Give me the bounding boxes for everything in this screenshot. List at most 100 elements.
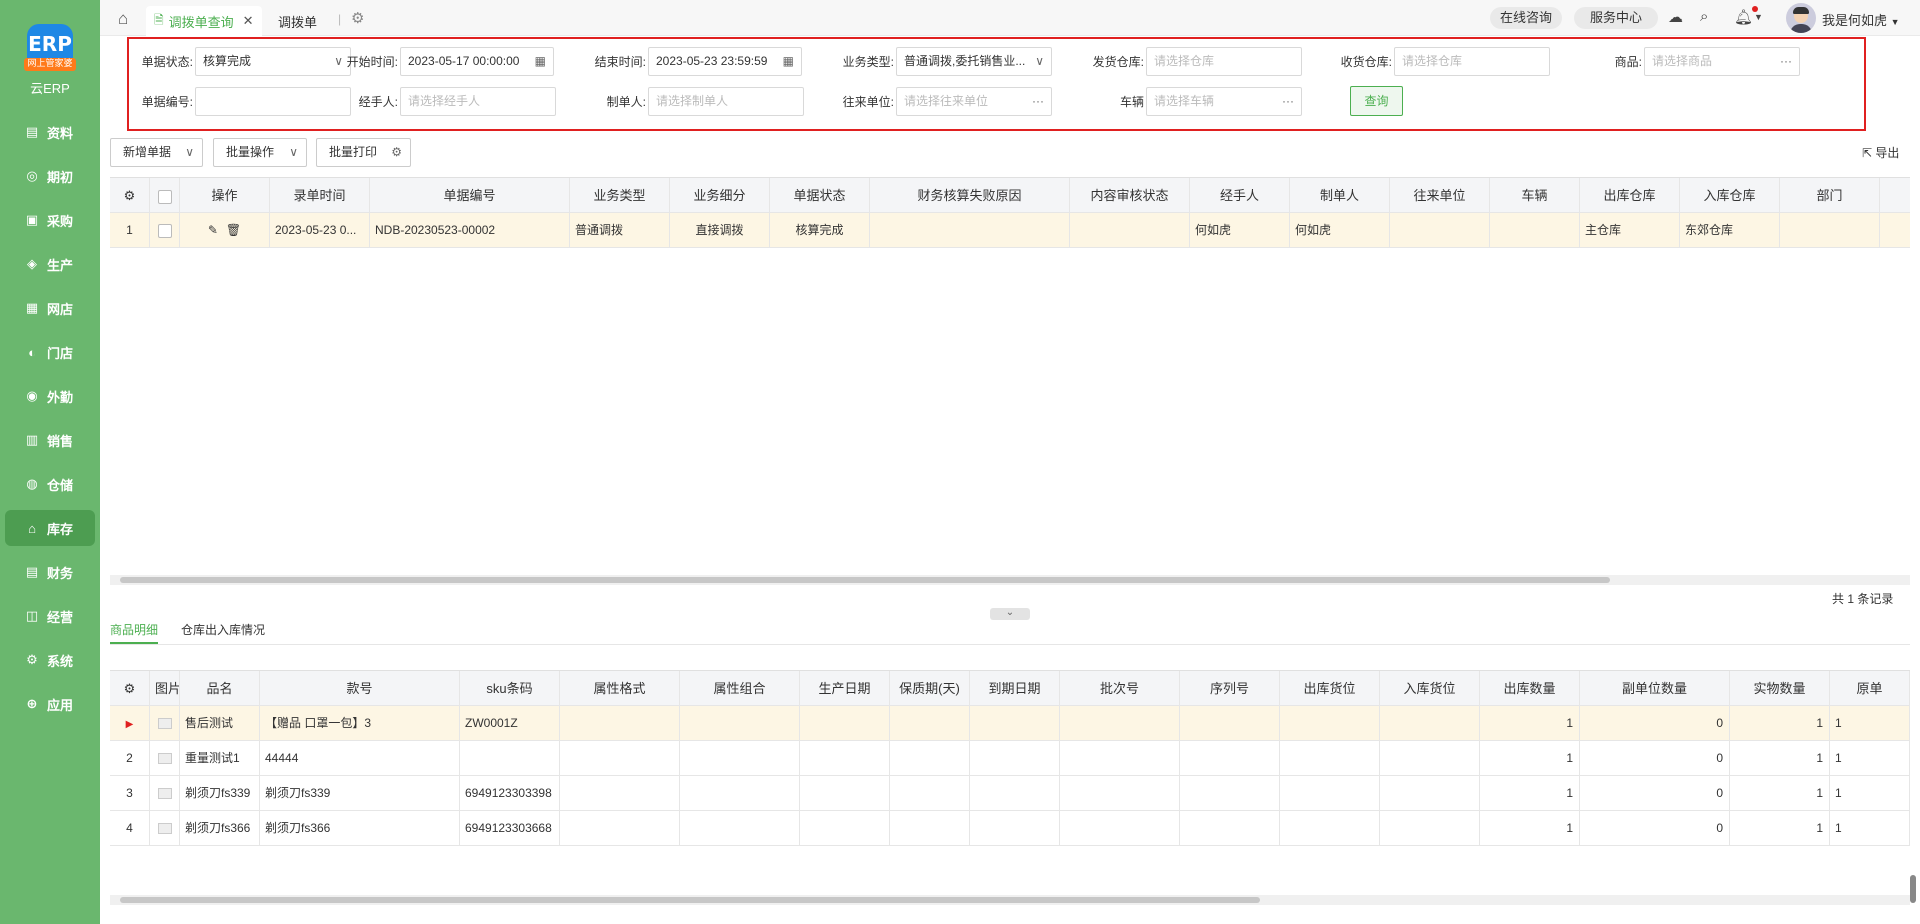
col-header[interactable]: 车辆 (1490, 178, 1580, 213)
cell-doc-no[interactable]: NDB-20230523-00002 (370, 213, 570, 248)
col-header[interactable]: 入库货位 (1380, 671, 1480, 706)
batch-print-button[interactable]: 批量打印 ⚙ (316, 138, 411, 167)
end-time-input[interactable]: 2023-05-23 23:59:59 ▦ (648, 47, 802, 76)
horizontal-scrollbar[interactable] (110, 895, 1910, 905)
col-header[interactable]: 单据编号 (370, 178, 570, 213)
col-header[interactable]: 副单位数量 (1580, 671, 1730, 706)
table-row[interactable]: 1 ✎ 🗑︎ 2023-05-23 0... NDB-20230523-00002… (110, 213, 1910, 248)
scrollbar-thumb[interactable] (120, 577, 1610, 583)
cloud-download-icon[interactable]: ☁ (1668, 8, 1683, 26)
service-center-button[interactable]: 服务中心 (1574, 7, 1658, 29)
user-menu[interactable]: 我是何如虎 ▼ (1822, 10, 1900, 29)
col-header[interactable]: 业务细分 (670, 178, 770, 213)
table-row[interactable]: 4 剃须刀fs366 剃须刀fs366 6949123303668 1 0 1 … (110, 811, 1910, 846)
nav-item-field[interactable]: ◉ 外勤 (5, 378, 95, 414)
nav-item-warehouse[interactable]: ◍ 仓储 (5, 466, 95, 502)
chevron-down-icon[interactable]: ▼ (1754, 12, 1763, 22)
scrollbar-thumb[interactable] (120, 897, 1260, 903)
collapse-toggle[interactable]: ⌄ (990, 608, 1030, 620)
nav-item-apps[interactable]: ⊕ 应用 (5, 686, 95, 722)
col-header[interactable]: 属性组合 (680, 671, 800, 706)
col-header[interactable]: 制单人 (1290, 178, 1390, 213)
close-icon[interactable]: ✕ (243, 13, 254, 29)
gear-icon[interactable]: ⚙ (391, 139, 402, 166)
biz-type-select[interactable]: 普通调拨,委托销售业... ∨ (896, 47, 1052, 76)
ship-warehouse-input[interactable]: 请选择仓库 (1146, 47, 1302, 76)
status-select[interactable]: 核算完成 ∨ (195, 47, 351, 76)
col-header[interactable]: 保质期(天) (890, 671, 970, 706)
col-header[interactable]: 部门 (1780, 178, 1880, 213)
handler-input[interactable]: 请选择经手人 (400, 87, 556, 116)
nav-item-finance[interactable]: ▤ 财务 (5, 554, 95, 590)
nav-item-sales[interactable]: ▥ 销售 (5, 422, 95, 458)
bell-icon[interactable]: 🔔︎ (1734, 8, 1753, 26)
batch-op-button[interactable]: 批量操作 ∨ (213, 138, 307, 167)
recv-warehouse-input[interactable]: 请选择仓库 (1394, 47, 1550, 76)
home-icon[interactable]: ⌂ (118, 9, 128, 29)
more-icon[interactable]: ··· (1282, 88, 1294, 115)
nav-item-production[interactable]: ◈ 生产 (5, 246, 95, 282)
vehicle-input[interactable]: 请选择车辆 ··· (1146, 87, 1302, 116)
tab-transfer-query[interactable]: 🗎 调拨单查询 ✕ (146, 6, 262, 36)
nav-item-store[interactable]: ◐ 门店 (5, 334, 95, 370)
col-header[interactable]: 财务核算失败原因 (870, 178, 1070, 213)
cell-image[interactable] (150, 706, 180, 741)
col-header[interactable]: 入库仓库 (1680, 178, 1780, 213)
col-header[interactable]: 生产日期 (800, 671, 890, 706)
export-button[interactable]: ⇱ 导出 (1862, 144, 1899, 161)
nav-item-business[interactable]: ◫ 经营 (5, 598, 95, 634)
col-header[interactable]: 经手人 (1190, 178, 1290, 213)
select-all-checkbox[interactable] (150, 178, 180, 213)
col-header[interactable]: 批次号 (1060, 671, 1180, 706)
tab-warehouse-status[interactable]: 仓库出入库情况 (181, 620, 265, 644)
nav-item-inventory[interactable]: ⌂ 库存 (5, 510, 95, 546)
partner-input[interactable]: 请选择往来单位 ··· (896, 87, 1052, 116)
col-header[interactable]: sku条码 (460, 671, 560, 706)
maker-input[interactable]: 请选择制单人 (648, 87, 804, 116)
col-header[interactable]: 操作 (180, 178, 270, 213)
goods-input[interactable]: 请选择商品 ··· (1644, 47, 1800, 76)
cell-image[interactable] (150, 741, 180, 776)
col-header[interactable]: 原单 (1830, 671, 1910, 706)
nav-item-online-shop[interactable]: ▦ 网店 (5, 290, 95, 326)
search-icon[interactable]: ⌕ (1700, 8, 1708, 25)
horizontal-scrollbar[interactable] (110, 575, 1910, 585)
more-icon[interactable]: ··· (1032, 88, 1044, 115)
col-header[interactable]: 出库货位 (1280, 671, 1380, 706)
col-header[interactable]: 实物数量 (1730, 671, 1830, 706)
col-header[interactable]: 往来单位 (1390, 178, 1490, 213)
trash-icon[interactable]: 🗑︎ (226, 223, 241, 237)
nav-item-system[interactable]: ⚙ 系统 (5, 642, 95, 678)
gear-icon[interactable]: ⚙ (351, 9, 364, 27)
erp-logo[interactable]: ERP 网上管家婆 (24, 24, 76, 71)
table-row[interactable]: ▶ 售后测试 【赠品 口罩一包】3 ZW0001Z 1 0 1 1 (110, 706, 1910, 741)
more-icon[interactable]: ··· (1780, 48, 1792, 75)
col-header[interactable]: 序列号 (1180, 671, 1280, 706)
tab-goods-detail[interactable]: 商品明细 (110, 620, 159, 644)
col-header[interactable]: 出库数量 (1480, 671, 1580, 706)
table-row[interactable]: 2 重量测试1 44444 1 0 1 1 (110, 741, 1910, 776)
cell-image[interactable] (150, 776, 180, 811)
col-header[interactable]: 业务类型 (570, 178, 670, 213)
cell-image[interactable] (150, 811, 180, 846)
col-header[interactable]: 内容审核状态 (1070, 178, 1190, 213)
online-consult-button[interactable]: 在线咨询 (1490, 7, 1562, 29)
nav-item-opening[interactable]: ◎ 期初 (5, 158, 95, 194)
col-header[interactable]: 图片 (150, 671, 180, 706)
table-row[interactable]: 3 剃须刀fs339 剃须刀fs339 6949123303398 1 0 1 … (110, 776, 1910, 811)
col-header[interactable]: 单据状态 (770, 178, 870, 213)
avatar[interactable] (1786, 3, 1816, 33)
gear-icon[interactable]: ⚙ (110, 671, 150, 706)
new-doc-button[interactable]: 新增单据 ∨ (110, 138, 203, 167)
edit-icon[interactable]: ✎ (208, 223, 218, 237)
start-time-input[interactable]: 2023-05-17 00:00:00 ▦ (400, 47, 554, 76)
row-checkbox[interactable] (150, 213, 180, 248)
col-header[interactable]: 录单时间 (270, 178, 370, 213)
doc-no-input[interactable] (195, 87, 351, 116)
nav-item-data[interactable]: ▤ 资料 (5, 114, 95, 150)
col-header[interactable]: 到期日期 (970, 671, 1060, 706)
col-header[interactable]: 品名 (180, 671, 260, 706)
vertical-scrollbar[interactable] (1910, 875, 1916, 903)
tab-transfer[interactable]: 调拨单 (278, 6, 317, 36)
col-header[interactable]: 款号 (260, 671, 460, 706)
